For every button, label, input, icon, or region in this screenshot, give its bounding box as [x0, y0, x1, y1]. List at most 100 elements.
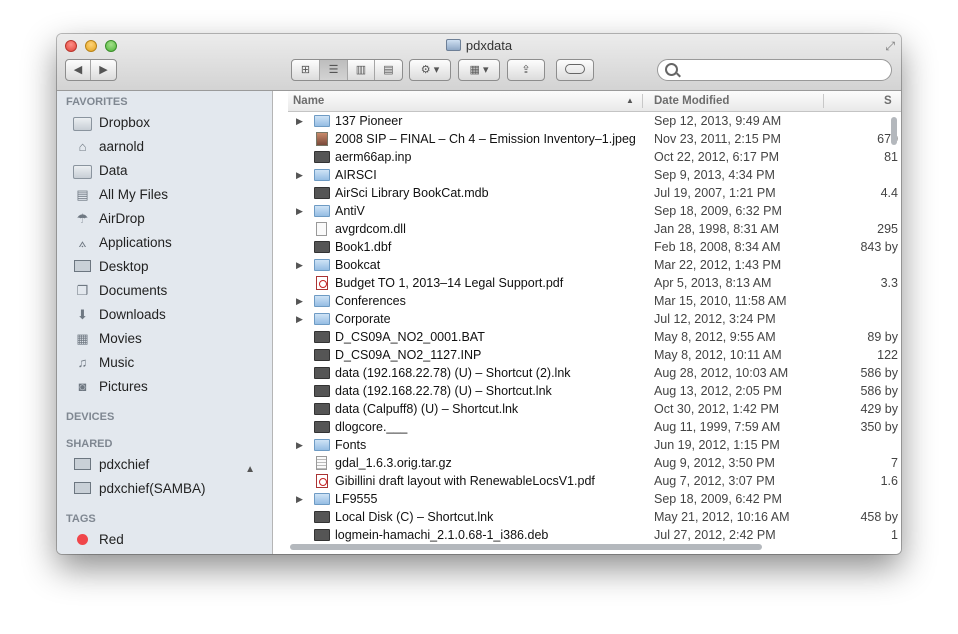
column-header-bar: Name ▲ Date Modified S: [288, 91, 901, 112]
table-row[interactable]: logmein-hamachi_2.1.0.68-1_i386.deb Jul 2…: [288, 526, 901, 544]
file-date-modified: Jul 19, 2007, 1:21 PM: [654, 186, 776, 200]
disclosure-triangle-icon[interactable]: ▶: [296, 490, 303, 508]
table-row[interactable]: Local Disk (C) – Shortcut.lnk May 21, 201…: [288, 508, 901, 526]
sidebar-item-pdxchief[interactable]: pdxchief ▲: [73, 454, 263, 476]
table-row[interactable]: ▶ AIRSCI Sep 9, 2013, 4:34 PM: [288, 166, 901, 184]
file-name: Conferences: [335, 294, 406, 308]
table-row[interactable]: data (192.168.22.78) (U) – Shortcut (2).…: [288, 364, 901, 382]
image-icon: [316, 132, 328, 146]
music-icon: ♫: [77, 355, 88, 370]
folder-icon: [73, 115, 92, 131]
title-bar: pdxdata ⤢ ◀ ▶ ⊞ ☰ ▥ ▤ ⚙ ▾ ▦ ▾ ⇪: [57, 34, 901, 91]
disclosure-triangle-icon[interactable]: ▶: [296, 256, 303, 274]
file-name: gdal_1.6.3.orig.tar.gz: [335, 456, 452, 470]
pdf-icon: [316, 276, 328, 290]
file-date-modified: Sep 12, 2013, 9:49 AM: [654, 114, 782, 128]
table-row[interactable]: data (192.168.22.78) (U) – Shortcut.lnk A…: [288, 382, 901, 400]
arrange-button[interactable]: ▦ ▾: [458, 59, 500, 81]
file-size: 670: [877, 132, 898, 146]
table-row[interactable]: ▶ 137 Pioneer Sep 12, 2013, 9:49 AM: [288, 112, 901, 130]
disclosure-triangle-icon[interactable]: ▶: [296, 202, 303, 220]
desktop-icon: [73, 259, 92, 275]
folder-icon: [314, 169, 330, 181]
document-icon: [316, 222, 327, 236]
table-row[interactable]: data (Calpuff8) (U) – Shortcut.lnk Oct 30…: [288, 400, 901, 418]
share-icon: ⇪: [521, 64, 531, 76]
file-date-modified: May 8, 2012, 10:11 AM: [654, 348, 782, 362]
file-name: LF9555: [335, 492, 378, 506]
folder-icon: [314, 313, 330, 325]
file-name: D_CS09A_NO2_1127.INP: [335, 348, 482, 362]
disclosure-triangle-icon[interactable]: ▶: [296, 436, 303, 454]
table-row[interactable]: aerm66ap.inp Oct 22, 2012, 6:17 PM 81: [288, 148, 901, 166]
file-size: 1.6: [880, 474, 898, 488]
column-divider: [823, 94, 824, 108]
table-row[interactable]: Gibillini draft layout with RenewableLoc…: [288, 472, 901, 490]
file-name: Fonts: [335, 438, 367, 452]
table-row[interactable]: avgrdcom.dll Jan 28, 1998, 8:31 AM 295: [288, 220, 901, 238]
file-icon: [314, 187, 330, 199]
vertical-scrollbar[interactable]: [891, 117, 897, 145]
file-date-modified: Aug 28, 2012, 10:03 AM: [654, 366, 789, 380]
table-row[interactable]: gdal_1.6.3.orig.tar.gz Aug 9, 2012, 3:50 …: [288, 454, 901, 472]
view-mode-control: ⊞ ☰ ▥ ▤: [291, 59, 403, 81]
tags-button[interactable]: [556, 59, 594, 81]
horizontal-scrollbar[interactable]: [290, 544, 762, 550]
coverflow-view-icon[interactable]: ▤: [375, 60, 402, 80]
search-field[interactable]: [657, 59, 892, 81]
search-input[interactable]: [682, 61, 886, 81]
file-name: Corporate: [335, 312, 391, 326]
downloads-icon: ⬇: [77, 307, 88, 322]
table-row[interactable]: ▶ Bookcat Mar 22, 2012, 1:43 PM: [288, 256, 901, 274]
file-list: Name ▲ Date Modified S ▶ 137 Pioneer Sep 1…: [288, 91, 901, 554]
chevron-right-icon[interactable]: ▶: [91, 60, 116, 80]
file-size: 586 by: [860, 366, 898, 380]
fullscreen-icon[interactable]: ⤢: [885, 39, 895, 54]
table-row[interactable]: ▶ Conferences Mar 15, 2010, 11:58 AM: [288, 292, 901, 310]
folder-icon: [314, 493, 330, 505]
file-date-modified: Jun 19, 2012, 1:15 PM: [654, 438, 780, 452]
file-name: data (192.168.22.78) (U) – Shortcut (2).…: [335, 366, 571, 380]
file-date-modified: Jul 12, 2012, 3:24 PM: [654, 312, 776, 326]
column-view-icon[interactable]: ▥: [348, 60, 375, 80]
table-row[interactable]: D_CS09A_NO2_1127.INP May 8, 2012, 10:11 A…: [288, 346, 901, 364]
file-name: AntiV: [335, 204, 365, 218]
file-name: data (192.168.22.78) (U) – Shortcut.lnk: [335, 384, 552, 398]
table-row[interactable]: 2008 SIP – FINAL – Ch 4 – Emission Inven…: [288, 130, 901, 148]
column-divider: [642, 94, 643, 108]
table-row[interactable]: AirSci Library BookCat.mdb Jul 19, 2007, …: [288, 184, 901, 202]
drive-icon: [445, 39, 461, 51]
airdrop-icon: ☂: [76, 211, 89, 226]
table-row[interactable]: ▶ Fonts Jun 19, 2012, 1:15 PM: [288, 436, 901, 454]
disclosure-triangle-icon[interactable]: ▶: [296, 112, 303, 130]
file-rows: ▶ 137 Pioneer Sep 12, 2013, 9:49 AM 2008 SI…: [288, 112, 901, 542]
home-icon: ⌂: [78, 139, 87, 154]
window-title: pdxdata: [465, 38, 513, 53]
table-row[interactable]: ▶ AntiV Sep 18, 2009, 6:32 PM: [288, 202, 901, 220]
table-row[interactable]: D_CS09A_NO2_0001.BAT May 8, 2012, 9:55 AM…: [288, 328, 901, 346]
file-size: 89 by: [867, 330, 898, 344]
disclosure-triangle-icon[interactable]: ▶: [296, 310, 303, 328]
icon-view-icon[interactable]: ⊞: [292, 60, 320, 80]
file-name: AIRSCI: [335, 168, 377, 182]
table-row[interactable]: dlogcore.___ Aug 11, 1999, 7:59 AM 350 by: [288, 418, 901, 436]
search-icon: [665, 63, 678, 76]
disclosure-triangle-icon[interactable]: ▶: [296, 166, 303, 184]
disclosure-triangle-icon[interactable]: ▶: [296, 292, 303, 310]
column-header-name[interactable]: Name: [293, 91, 324, 111]
file-name: Gibillini draft layout with RenewableLoc…: [335, 474, 595, 488]
table-row[interactable]: Budget TO 1, 2013–14 Legal Support.pdf Ap…: [288, 274, 901, 292]
share-button[interactable]: ⇪: [507, 59, 545, 81]
column-header-date[interactable]: Date Modified: [654, 91, 729, 111]
table-row[interactable]: ▶ Corporate Jul 12, 2012, 3:24 PM: [288, 310, 901, 328]
eject-icon[interactable]: ▲: [245, 459, 255, 481]
file-date-modified: Aug 11, 1999, 7:59 AM: [654, 420, 781, 434]
list-view-icon[interactable]: ☰: [320, 60, 348, 80]
table-row[interactable]: Book1.dbf Feb 18, 2008, 8:34 AM 843 by: [288, 238, 901, 256]
devices-header: DEVICES: [66, 411, 115, 423]
chevron-left-icon[interactable]: ◀: [66, 60, 91, 80]
file-size: 350 by: [860, 420, 898, 434]
column-header-size[interactable]: S: [884, 91, 892, 111]
action-button[interactable]: ⚙ ▾: [409, 59, 451, 81]
table-row[interactable]: ▶ LF9555 Sep 18, 2009, 6:42 PM: [288, 490, 901, 508]
